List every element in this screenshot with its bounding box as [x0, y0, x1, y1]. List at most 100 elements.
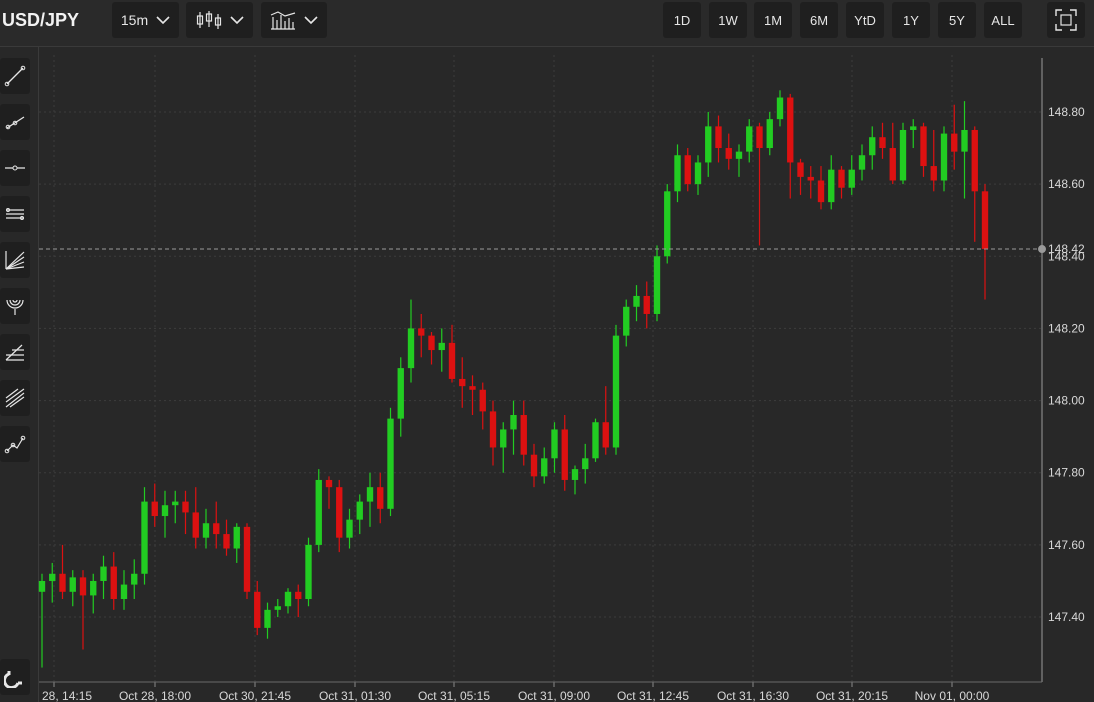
- candle[interactable]: [448, 324, 456, 383]
- candle[interactable]: [110, 552, 117, 610]
- candle[interactable]: [715, 115, 722, 163]
- candle[interactable]: [838, 166, 845, 199]
- candle[interactable]: [295, 584, 302, 618]
- candle[interactable]: [325, 476, 333, 509]
- candle[interactable]: [469, 375, 476, 416]
- candle[interactable]: [69, 570, 76, 607]
- candle[interactable]: [479, 382, 486, 430]
- candle[interactable]: [305, 537, 312, 607]
- candle[interactable]: [879, 122, 886, 159]
- candle[interactable]: [869, 126, 876, 170]
- candle[interactable]: [90, 573, 97, 614]
- candle[interactable]: [643, 281, 650, 329]
- candle[interactable]: [776, 90, 784, 127]
- candle[interactable]: [100, 555, 107, 600]
- candle[interactable]: [940, 126, 948, 192]
- candle[interactable]: [561, 415, 568, 491]
- candle[interactable]: [766, 111, 773, 156]
- candle[interactable]: [910, 119, 917, 149]
- candle[interactable]: [705, 111, 712, 177]
- candle[interactable]: [243, 523, 251, 600]
- candle[interactable]: [366, 472, 374, 527]
- candle[interactable]: [756, 122, 763, 246]
- candle[interactable]: [787, 93, 794, 199]
- candle[interactable]: [694, 155, 702, 195]
- candle[interactable]: [520, 400, 527, 466]
- candle[interactable]: [151, 483, 158, 527]
- candle[interactable]: [858, 144, 866, 181]
- candle[interactable]: [418, 313, 425, 358]
- candle[interactable]: [387, 407, 394, 517]
- candle-body: [664, 191, 671, 257]
- candle[interactable]: [530, 443, 538, 488]
- candle[interactable]: [981, 184, 989, 300]
- candle[interactable]: [633, 285, 640, 322]
- candle[interactable]: [489, 400, 497, 466]
- candle[interactable]: [653, 245, 661, 322]
- candle[interactable]: [336, 479, 343, 553]
- candle[interactable]: [602, 386, 609, 455]
- candle[interactable]: [120, 570, 128, 610]
- candle[interactable]: [202, 508, 210, 549]
- y-tick-label: 148.60: [1048, 177, 1085, 191]
- candle[interactable]: [438, 328, 445, 372]
- candle[interactable]: [500, 422, 507, 473]
- candle[interactable]: [684, 148, 691, 192]
- candle[interactable]: [961, 101, 968, 199]
- candle[interactable]: [571, 465, 579, 495]
- candle[interactable]: [59, 544, 66, 600]
- candle-body: [848, 169, 855, 188]
- candle[interactable]: [131, 559, 138, 600]
- candle[interactable]: [182, 490, 189, 535]
- candle-body: [653, 256, 661, 314]
- candle[interactable]: [356, 494, 363, 535]
- candle[interactable]: [397, 357, 404, 437]
- candle[interactable]: [284, 588, 292, 614]
- y-tick-label: 148.20: [1048, 321, 1085, 335]
- candle[interactable]: [889, 122, 896, 185]
- candle[interactable]: [213, 501, 220, 549]
- candle[interactable]: [274, 599, 281, 618]
- candle[interactable]: [674, 144, 681, 203]
- candle-body: [274, 606, 281, 610]
- price-chart[interactable]: 147.40147.60147.80148.00148.20148.40148.…: [0, 0, 1094, 702]
- candle[interactable]: [930, 129, 937, 192]
- candle[interactable]: [797, 158, 804, 195]
- candle[interactable]: [551, 422, 558, 473]
- candle[interactable]: [407, 299, 415, 383]
- candle[interactable]: [377, 472, 384, 524]
- candle[interactable]: [828, 155, 835, 210]
- candle[interactable]: [664, 184, 671, 264]
- candle[interactable]: [192, 487, 199, 549]
- candle[interactable]: [428, 332, 435, 365]
- candle[interactable]: [172, 490, 179, 524]
- candle[interactable]: [971, 126, 978, 242]
- candle[interactable]: [582, 443, 589, 484]
- candle[interactable]: [38, 573, 46, 668]
- current-price-dot: [1038, 245, 1046, 254]
- candle[interactable]: [951, 104, 958, 170]
- candle[interactable]: [315, 469, 322, 553]
- candle[interactable]: [264, 602, 271, 639]
- candle[interactable]: [623, 299, 630, 347]
- candle[interactable]: [510, 400, 517, 455]
- candle[interactable]: [79, 570, 87, 650]
- candle[interactable]: [735, 144, 743, 177]
- candle[interactable]: [817, 166, 825, 210]
- candle[interactable]: [233, 523, 240, 563]
- candle[interactable]: [920, 122, 927, 177]
- candle[interactable]: [161, 490, 169, 538]
- candle[interactable]: [254, 580, 261, 636]
- candle[interactable]: [346, 508, 353, 549]
- candle[interactable]: [899, 122, 907, 185]
- candle[interactable]: [141, 487, 148, 585]
- candle[interactable]: [725, 133, 732, 170]
- candle[interactable]: [223, 519, 230, 556]
- candle[interactable]: [807, 166, 814, 199]
- candle[interactable]: [746, 119, 753, 163]
- candle[interactable]: [592, 418, 599, 462]
- candle-body: [510, 415, 517, 430]
- candle[interactable]: [848, 155, 855, 195]
- candle[interactable]: [541, 447, 548, 484]
- candle[interactable]: [612, 324, 620, 455]
